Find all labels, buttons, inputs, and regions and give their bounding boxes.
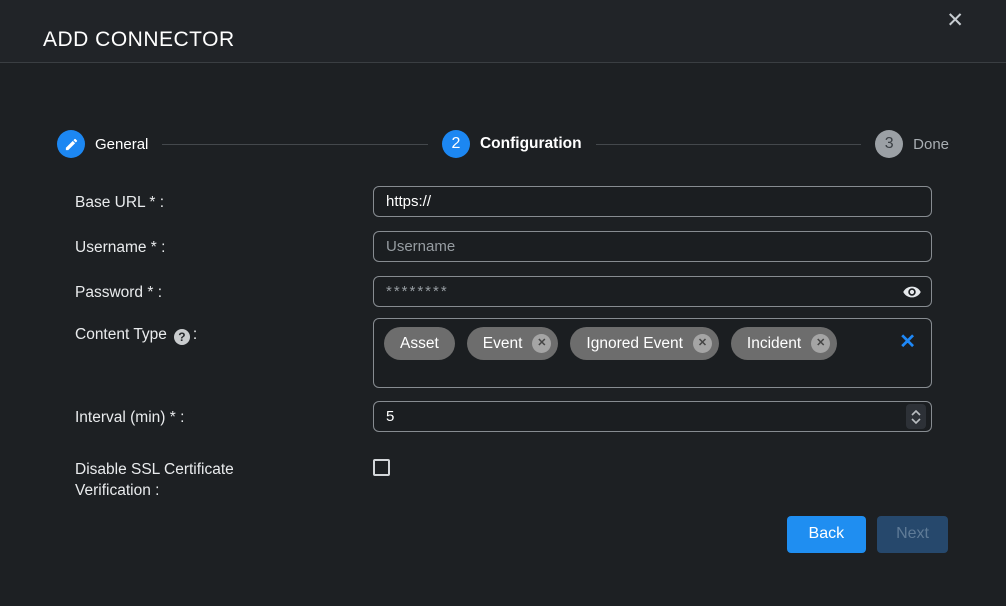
step-configuration-label: Configuration xyxy=(480,135,582,153)
add-connector-modal: ADD CONNECTOR ✕ General 2 Configuration … xyxy=(0,0,1006,606)
form-row-password: Password * : xyxy=(75,276,932,307)
username-label: Username * : xyxy=(75,231,373,262)
chip-ignored-event[interactable]: Ignored Event ✕ xyxy=(570,327,719,360)
form-row-interval: Interval (min) * : xyxy=(75,401,932,432)
modal-title: ADD CONNECTOR xyxy=(43,28,235,52)
interval-label: Interval (min) * : xyxy=(75,401,373,432)
configuration-form: Base URL * : Username * : Password * : C… xyxy=(0,186,1006,502)
modal-header: ADD CONNECTOR ✕ xyxy=(0,0,1006,63)
username-input[interactable] xyxy=(373,231,932,262)
back-button[interactable]: Back xyxy=(787,516,867,553)
step-configuration-circle: 2 xyxy=(442,130,470,158)
step-done-label: Done xyxy=(913,136,949,153)
chevron-up-icon xyxy=(911,410,921,416)
content-type-label: Content Type?: xyxy=(75,318,373,388)
close-icon[interactable]: ✕ xyxy=(946,10,964,31)
stepper-connector-line xyxy=(162,144,428,145)
step-configuration[interactable]: 2 Configuration xyxy=(442,130,582,158)
stepper-connector-line xyxy=(596,144,862,145)
form-row-content-type: Content Type?: Asset Event ✕ Ignored Eve… xyxy=(75,318,932,388)
form-row-ssl: Disable SSL Certificate Verification : xyxy=(75,453,932,502)
wizard-stepper: General 2 Configuration 3 Done xyxy=(57,129,949,159)
ssl-verification-checkbox[interactable] xyxy=(373,459,390,476)
password-label: Password * : xyxy=(75,276,373,307)
chevron-down-icon xyxy=(911,418,921,424)
chip-event-remove-icon[interactable]: ✕ xyxy=(532,334,551,353)
clear-all-icon[interactable]: ✕ xyxy=(899,332,916,352)
password-input[interactable] xyxy=(373,276,932,307)
step-general[interactable]: General xyxy=(57,130,148,158)
footer-buttons: Back Next xyxy=(0,516,1006,553)
next-button[interactable]: Next xyxy=(877,516,948,553)
chip-event[interactable]: Event ✕ xyxy=(467,327,559,360)
step-general-label: General xyxy=(95,136,148,153)
show-password-eye-icon[interactable] xyxy=(902,282,922,302)
interval-input[interactable] xyxy=(373,401,932,432)
pencil-icon xyxy=(64,137,79,152)
step-general-circle xyxy=(57,130,85,158)
step-done-circle: 3 xyxy=(875,130,903,158)
number-stepper[interactable] xyxy=(906,404,926,429)
form-row-base-url: Base URL * : xyxy=(75,186,932,217)
form-row-username: Username * : xyxy=(75,231,932,262)
chip-ignored-event-remove-icon[interactable]: ✕ xyxy=(693,334,712,353)
base-url-label: Base URL * : xyxy=(75,186,373,217)
base-url-input[interactable] xyxy=(373,186,932,217)
step-done: 3 Done xyxy=(875,130,949,158)
chip-incident-remove-icon[interactable]: ✕ xyxy=(811,334,830,353)
ssl-label: Disable SSL Certificate Verification : xyxy=(75,453,373,502)
help-icon[interactable]: ? xyxy=(174,329,190,345)
chip-asset[interactable]: Asset xyxy=(384,327,455,360)
content-type-colon: : xyxy=(193,326,197,343)
chip-incident[interactable]: Incident ✕ xyxy=(731,327,837,360)
step-done-number: 3 xyxy=(885,135,894,153)
step-configuration-number: 2 xyxy=(452,135,461,153)
content-type-multiselect[interactable]: Asset Event ✕ Ignored Event ✕ Incident ✕ xyxy=(373,318,932,388)
